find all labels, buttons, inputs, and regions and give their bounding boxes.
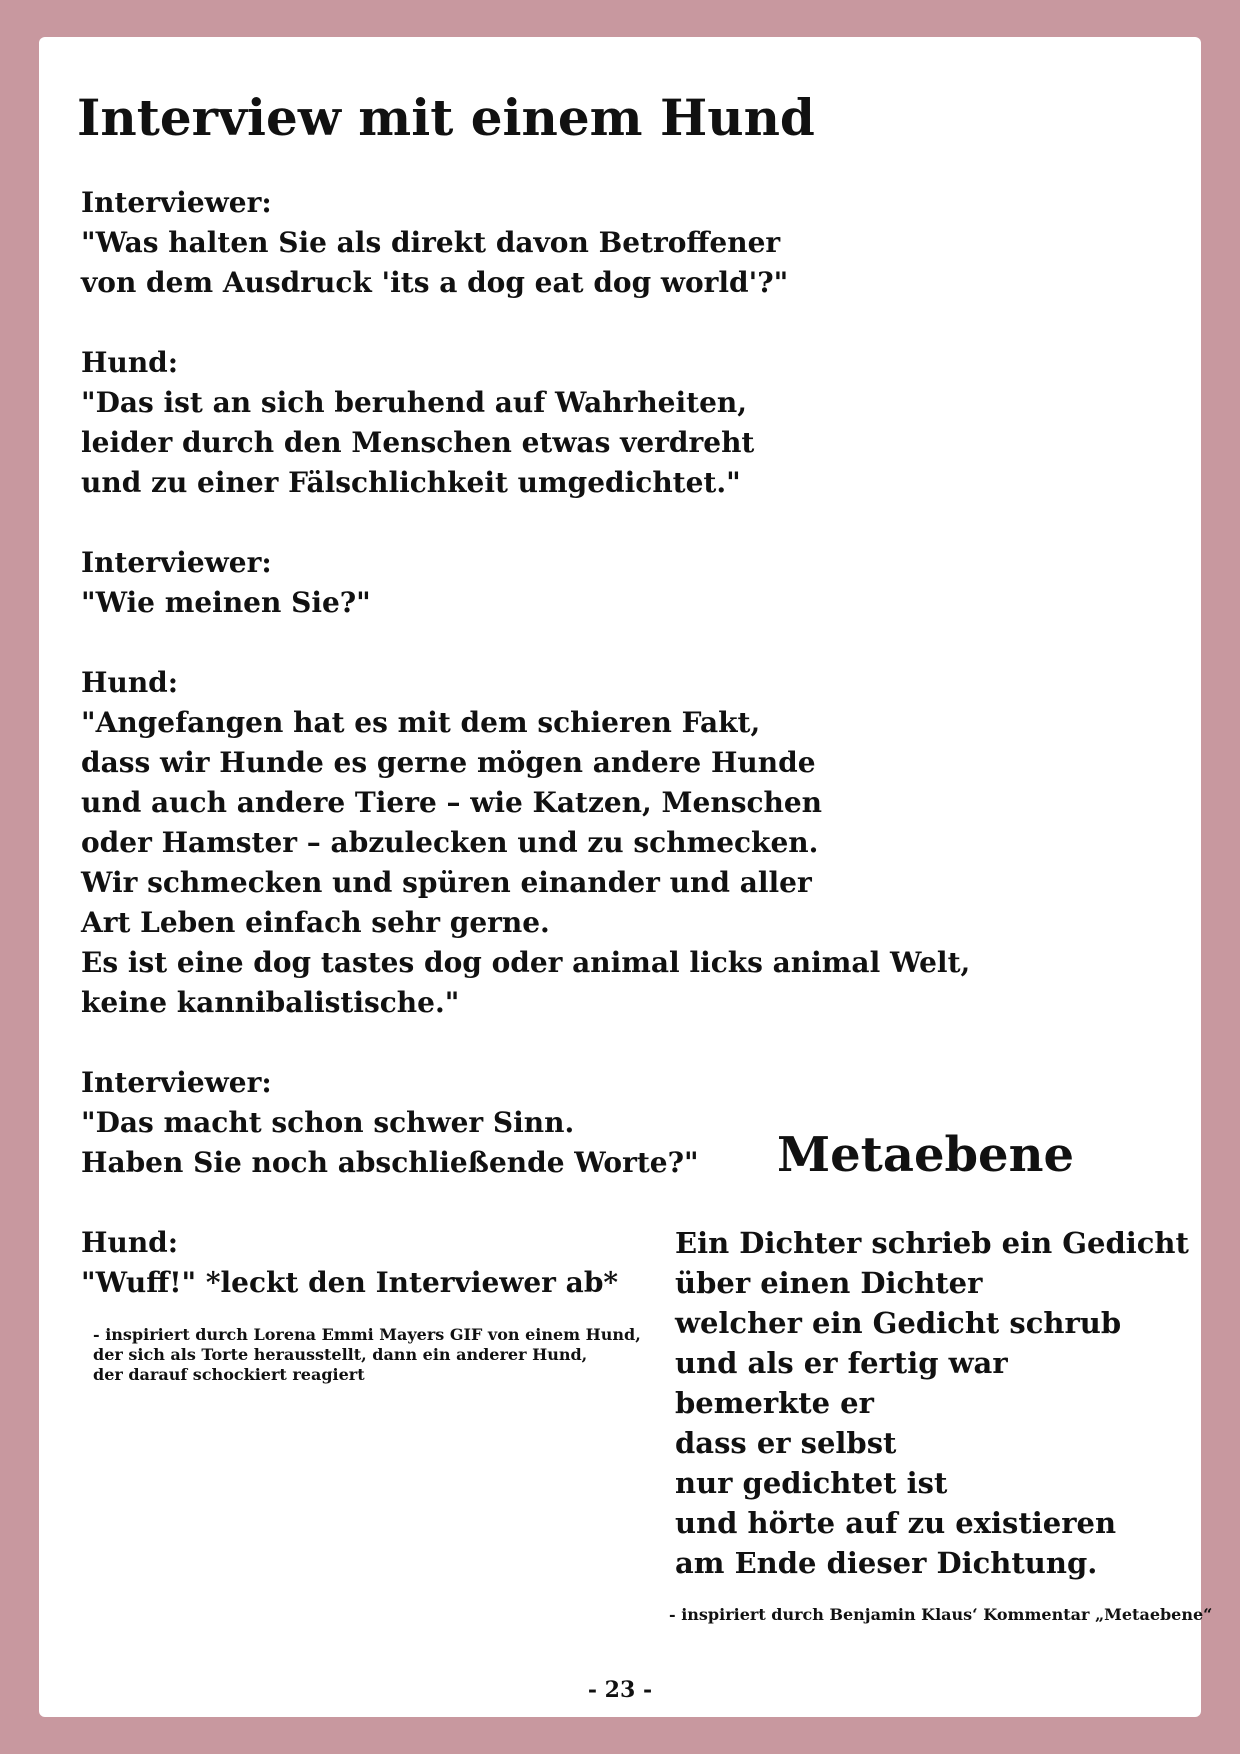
poem-line: bemerkte er (675, 1386, 874, 1420)
poem-title: Metaebene (777, 1127, 1075, 1183)
poem: Ein Dichter schrieb ein Gedicht über ein… (675, 1223, 1189, 1583)
dialogue-line: "Angefangen hat es mit dem schieren Fakt… (81, 706, 761, 739)
page-number: - 23 - (587, 1677, 653, 1703)
dialogue-line: leider durch den Menschen etwas verdreht (81, 426, 755, 459)
credit-line: - inspiriert durch Lorena Emmi Mayers GI… (93, 1325, 641, 1344)
poem-line: und als er fertig war (675, 1346, 1008, 1380)
dialogue-line: Wir schmecken und spüren einander und al… (81, 866, 812, 899)
dialogue-line: und auch andere Tiere – wie Katzen, Mens… (81, 786, 823, 819)
speaker-label: Interviewer: (81, 1066, 272, 1099)
dialogue-line: Art Leben einfach sehr gerne. (81, 906, 550, 939)
poem-line: über einen Dichter (675, 1266, 983, 1300)
dialogue-line: dass wir Hunde es gerne mögen andere Hun… (81, 746, 816, 779)
dialogue-line: "Wie meinen Sie?" (81, 586, 371, 619)
dialogue-line: "Das ist an sich beruhend auf Wahrheiten… (81, 386, 747, 419)
dialogue-block: Hund: "Das ist an sich beruhend auf Wahr… (81, 343, 981, 503)
poem-line: dass er selbst (675, 1426, 897, 1460)
dialogue-line: keine kannibalistische." (81, 986, 460, 1019)
dialogue-block: Interviewer: "Was halten Sie als direkt … (81, 183, 981, 303)
dialogue-block: Interviewer: "Wie meinen Sie?" (81, 543, 981, 623)
poem-line: welcher ein Gedicht schrub (675, 1306, 1122, 1340)
speaker-label: Hund: (81, 346, 179, 379)
poem-line: nur gedichtet ist (675, 1466, 948, 1500)
credit-line: der darauf schockiert reagiert (93, 1365, 365, 1384)
page: Interview mit einem Hund Interviewer: "W… (39, 37, 1212, 1717)
speaker-label: Interviewer: (81, 546, 272, 579)
poem-line: am Ende dieser Dichtung. (675, 1546, 1098, 1580)
dialogue-line: und zu einer Fälschlichkeit umgedichtet.… (81, 466, 741, 499)
speaker-label: Interviewer: (81, 186, 272, 219)
dialogue-line: "Was halten Sie als direkt davon Betroff… (81, 226, 781, 259)
dialogue-line: von dem Ausdruck 'its a dog eat dog worl… (81, 266, 789, 299)
poem-line: und hörte auf zu existieren (675, 1506, 1117, 1540)
dialogue-block: Hund: "Angefangen hat es mit dem schiere… (81, 663, 981, 1023)
credit-line: der sich als Torte herausstellt, dann ei… (93, 1345, 588, 1364)
dialogue-line: oder Hamster – abzulecken und zu schmeck… (81, 826, 819, 859)
interview-credit: - inspiriert durch Lorena Emmi Mayers GI… (93, 1325, 653, 1385)
page-title: Interview mit einem Hund (77, 88, 815, 147)
dialogue-line: Es ist eine dog tastes dog oder animal l… (81, 946, 971, 979)
poem-credit: - inspiriert durch Benjamin Klaus‘ Komme… (669, 1605, 1213, 1624)
speaker-label: Hund: (81, 666, 179, 699)
poem-line: Ein Dichter schrieb ein Gedicht (675, 1226, 1189, 1260)
